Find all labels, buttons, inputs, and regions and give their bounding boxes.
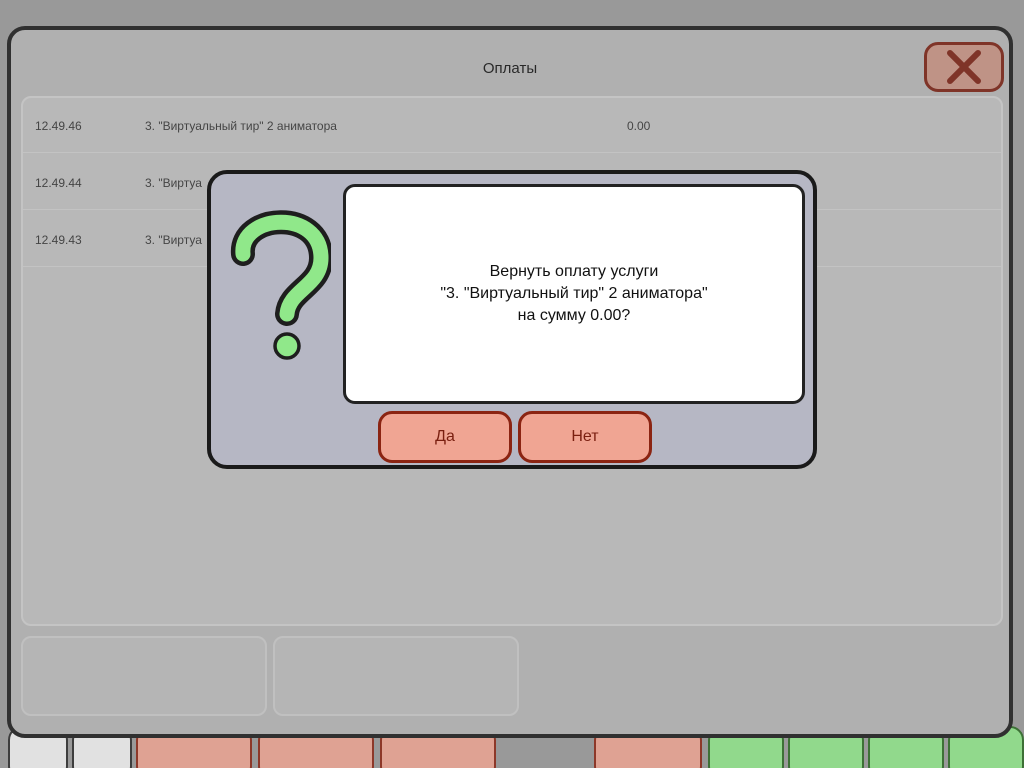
no-button[interactable]: Нет	[518, 411, 652, 463]
question-mark-icon	[231, 210, 331, 360]
message-line: Вернуть оплату услуги	[489, 263, 659, 280]
dialog-message: Вернуть оплату услуги "3. "Виртуальный т…	[343, 184, 805, 404]
confirm-dialog: Вернуть оплату услуги "3. "Виртуальный т…	[207, 170, 817, 469]
message-line: на сумму 0.00?	[517, 307, 631, 324]
message-line: "3. "Виртуальный тир" 2 аниматора"	[440, 285, 708, 302]
screen: Оплаты 12.49.46 3. "Виртуальный тир" 2 а…	[0, 0, 1024, 768]
yes-button[interactable]: Да	[378, 411, 512, 463]
